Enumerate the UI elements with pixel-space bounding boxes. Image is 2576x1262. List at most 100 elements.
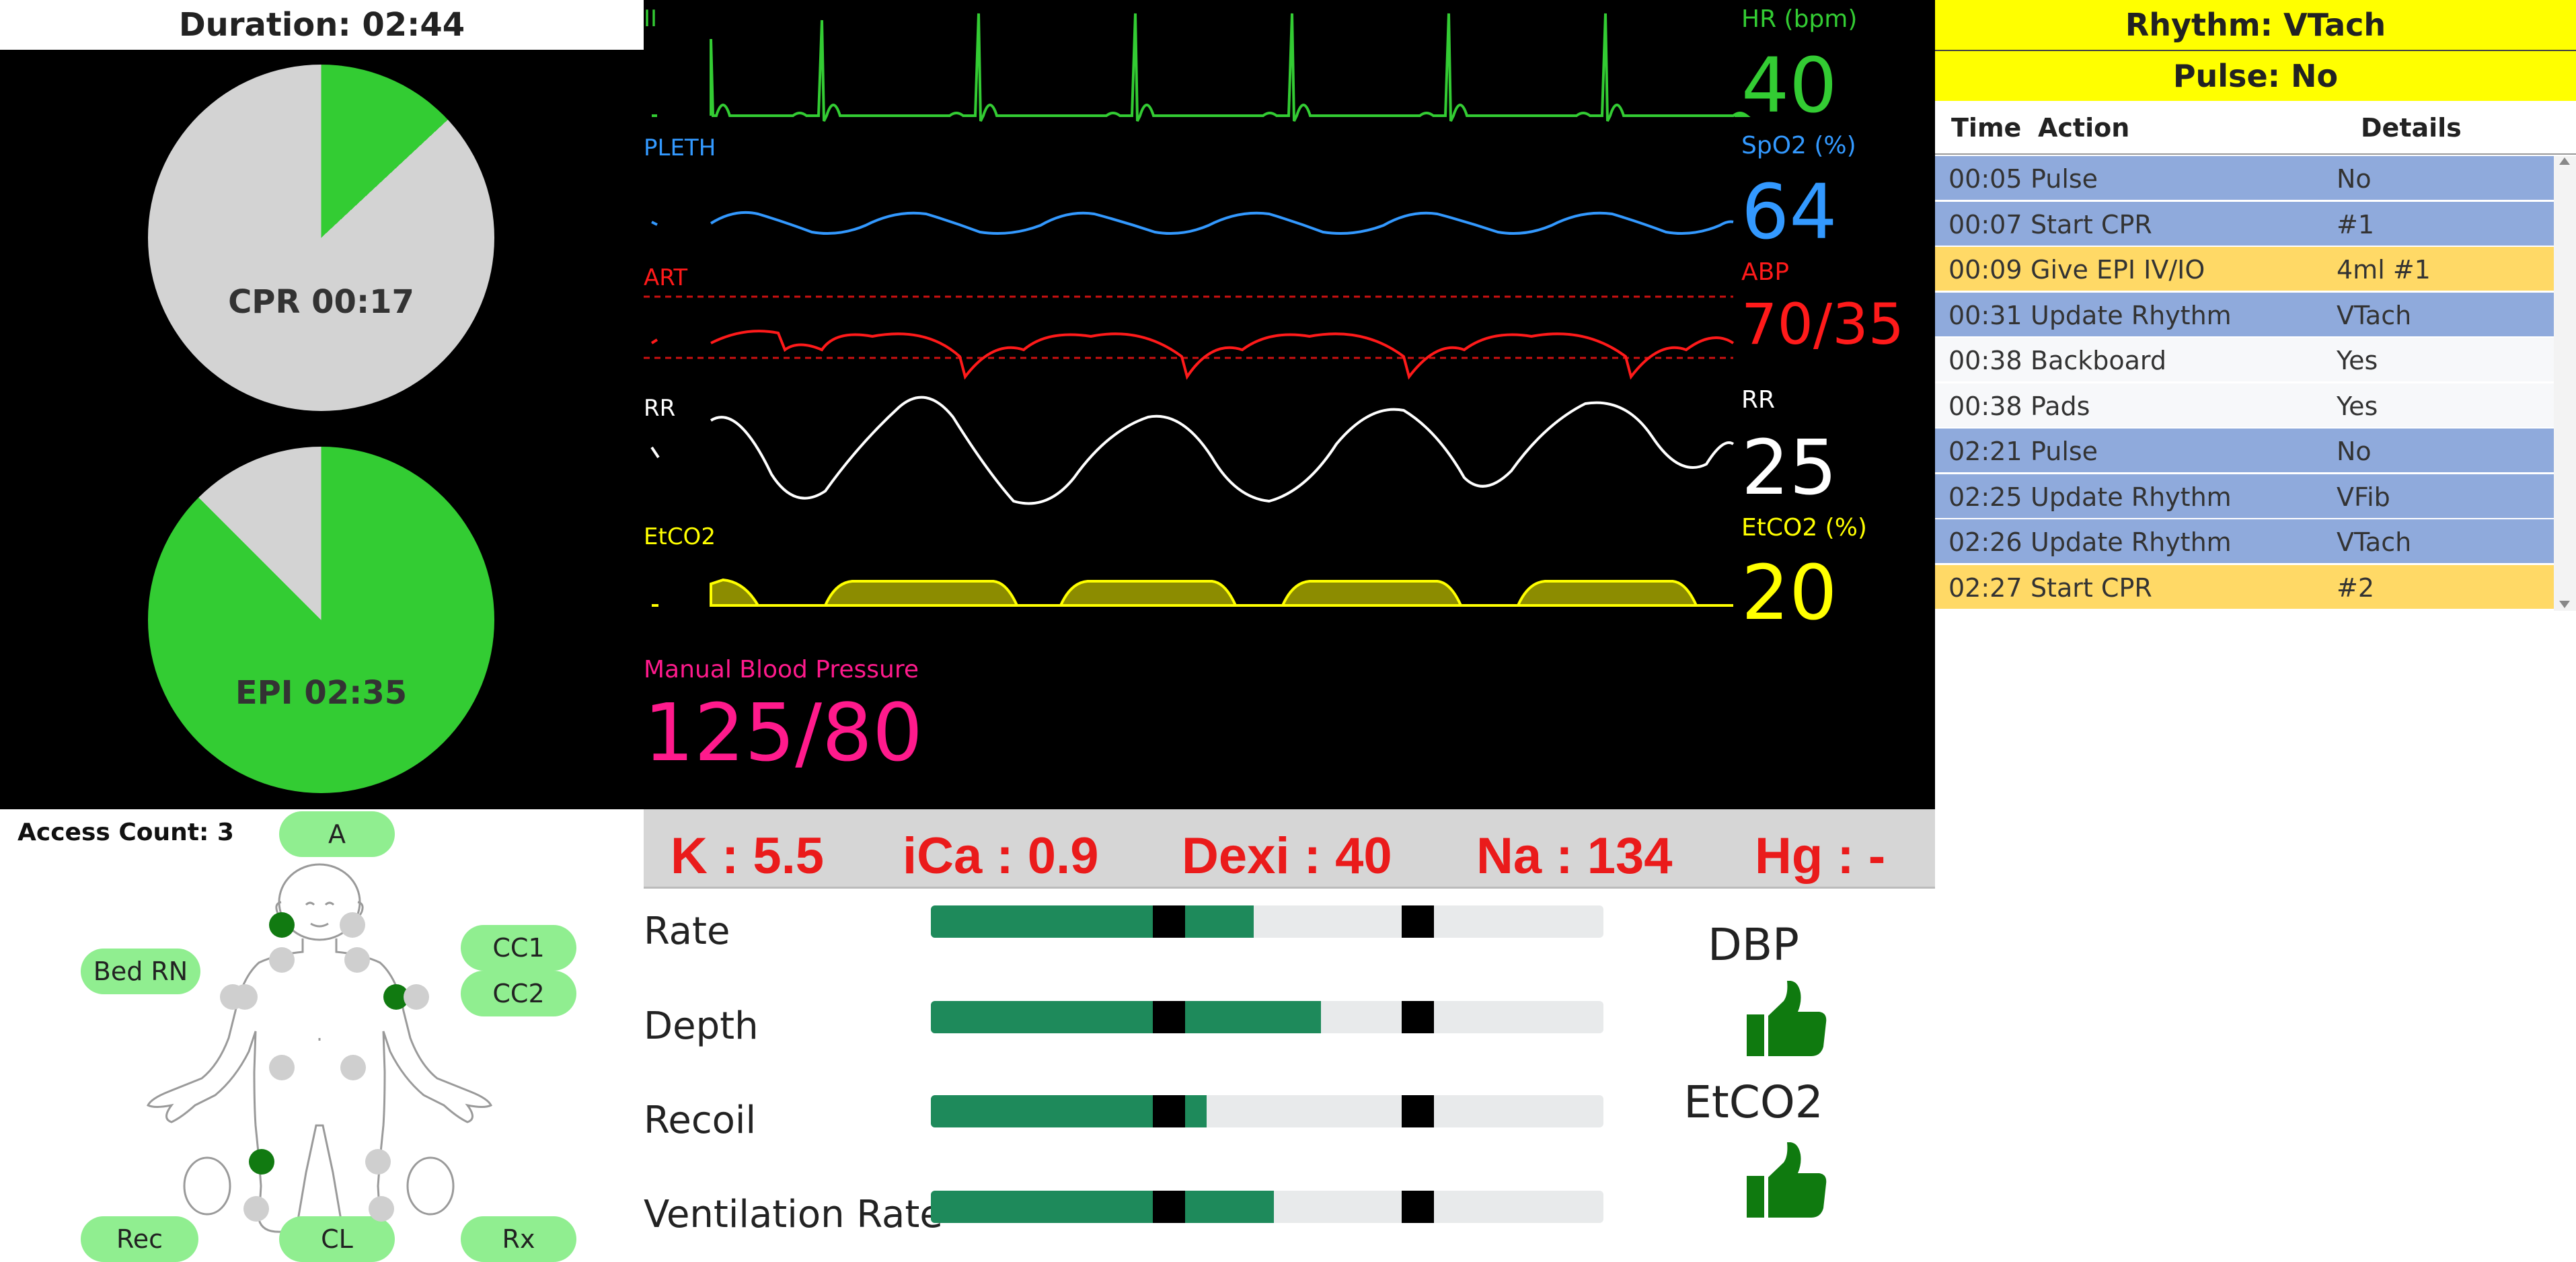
ventilation-target-low-marker	[1153, 1191, 1185, 1223]
access-site-subclavian-left[interactable]	[344, 947, 370, 973]
log-time: 02:26	[1948, 527, 2022, 557]
hr-label: HR (bpm)	[1741, 5, 1858, 33]
log-details: VTach	[2337, 527, 2412, 557]
access-site-ankle-right[interactable]	[243, 1196, 269, 1222]
log-details: #2	[2337, 572, 2375, 603]
time-column-header: Time	[1951, 113, 2022, 143]
log-time: 00:05	[1948, 164, 2022, 194]
log-row[interactable]: 00:38 Pads Yes	[1935, 383, 2554, 427]
access-site-femoral-right[interactable]	[269, 1055, 295, 1080]
log-row[interactable]: 02:26 Update Rhythm VTach	[1935, 519, 2554, 563]
pleth-waveform	[651, 211, 1734, 235]
rec-button[interactable]: Rec	[81, 1216, 198, 1262]
duration-timer: Duration: 02:44	[0, 0, 644, 50]
cpr-quality-panel: Rate Depth Recoil Ventilation Rate DBP E…	[644, 887, 1935, 1261]
log-row[interactable]: 00:05 Pulse No	[1935, 156, 2554, 200]
log-scrollbar[interactable]	[2554, 156, 2576, 611]
log-row[interactable]: 00:07 Start CPR #1	[1935, 201, 2554, 246]
log-time: 02:25	[1948, 482, 2022, 512]
rr-label: RR	[1741, 386, 1776, 414]
rate-label: Rate	[644, 910, 730, 953]
log-row[interactable]: 00:09 Give EPI IV/IO 4ml #1	[1935, 247, 2554, 291]
manual-bp-label: Manual Blood Pressure	[644, 656, 919, 683]
depth-label: Depth	[644, 1004, 759, 1048]
cc1-button[interactable]: CC1	[461, 925, 576, 971]
manual-bp-value[interactable]: 125/80	[644, 693, 923, 772]
lab-dextrose[interactable]: Dexi : 40	[1182, 827, 1392, 885]
access-site-femoral-left[interactable]	[340, 1055, 366, 1080]
dbp-goal-label: DBP	[1708, 919, 1799, 971]
event-log: 00:05 Pulse No 00:07 Start CPR #1 00:09 Give EP…	[1935, 156, 2554, 610]
log-time: 00:09	[1948, 255, 2022, 285]
cpr-timer-label: CPR 00:17	[228, 283, 414, 321]
depth-bar-fill	[931, 1001, 1321, 1033]
cc2-button[interactable]: CC2	[461, 971, 576, 1016]
lab-ionized-calcium[interactable]: iCa : 0.9	[903, 827, 1098, 885]
log-time: 02:27	[1948, 572, 2022, 603]
vascular-access-panel: Access Count: 3 A Bed RN CC1 CC2 Rec CL …	[0, 809, 644, 1262]
rr-waveform	[650, 396, 1735, 505]
scroll-up-arrow-icon[interactable]	[2559, 157, 2570, 165]
log-row[interactable]: 02:25 Update Rhythm VFib	[1935, 474, 2554, 518]
lab-hemoglobin[interactable]: Hg : -	[1755, 827, 1885, 885]
timer-panel: Duration: 02:44 CPR 00:17 EPI 02:35	[0, 0, 644, 809]
cpr-timer-pie[interactable]: CPR 00:17	[148, 65, 494, 411]
rx-button[interactable]: Rx	[461, 1216, 576, 1262]
details-column-header: Details	[2361, 113, 2462, 143]
access-site-arm-left-lower[interactable]	[404, 984, 429, 1010]
spo2-label: SpO2 (%)	[1741, 132, 1856, 159]
art-label: ART	[644, 264, 688, 291]
rhythm-status[interactable]: Rhythm: VTach	[1935, 0, 2576, 50]
hr-value: 40	[1741, 42, 1838, 130]
rr-value: 25	[1741, 424, 1838, 512]
pleth-label: PLETH	[644, 135, 716, 161]
lab-values-bar: K : 5.5 iCa : 0.9 Dexi : 40 Na : 134 Hg …	[644, 809, 1935, 887]
log-action: Pads	[2031, 391, 2090, 421]
airway-button[interactable]: A	[279, 811, 395, 857]
art-waveform	[650, 330, 1735, 380]
recoil-target-high-marker	[1402, 1095, 1434, 1127]
access-site-neck-right[interactable]	[269, 912, 295, 938]
recoil-bar	[931, 1095, 1603, 1127]
access-site-subclavian-right[interactable]	[269, 947, 295, 973]
patient-monitor: II PLETH ART RR EtCO2 HR (bpm) 40 SpO2 (…	[644, 0, 1935, 809]
ecg-waveform	[652, 13, 1751, 122]
lab-potassium[interactable]: K : 5.5	[671, 827, 824, 885]
pulse-status[interactable]: Pulse: No	[1935, 50, 2576, 101]
etco2-label: EtCO2 (%)	[1741, 514, 1867, 542]
epi-timer-pie[interactable]: EPI 02:35	[148, 447, 494, 793]
ventilation-rate-bar	[931, 1191, 1603, 1223]
rate-target-low-marker	[1153, 905, 1185, 938]
bed-rn-button[interactable]: Bed RN	[81, 949, 200, 994]
access-site-arm-right-lower[interactable]	[232, 984, 258, 1010]
log-action: Backboard	[2031, 346, 2166, 375]
abp-value: 70/35	[1741, 291, 1905, 357]
log-row[interactable]: 02:27 Start CPR #2	[1935, 564, 2554, 609]
access-site-io-right[interactable]	[249, 1149, 274, 1175]
access-site-ankle-left[interactable]	[369, 1196, 394, 1222]
abp-label: ABP	[1741, 258, 1790, 286]
log-row[interactable]: 02:21 Pulse No	[1935, 429, 2554, 472]
access-site-neck-left[interactable]	[340, 912, 365, 938]
log-details: No	[2337, 437, 2372, 466]
log-action: Start CPR	[2031, 572, 2152, 603]
ecg-lead-label: II	[644, 5, 658, 32]
log-action: Start CPR	[2031, 209, 2152, 239]
ventilation-target-high-marker	[1402, 1191, 1434, 1223]
log-row[interactable]: 00:38 Backboard Yes	[1935, 338, 2554, 381]
ventilation-rate-label: Ventilation Rate	[644, 1193, 943, 1236]
rate-target-high-marker	[1402, 905, 1434, 938]
divider	[644, 887, 1935, 889]
recoil-label: Recoil	[644, 1099, 757, 1142]
cl-button[interactable]: CL	[279, 1216, 395, 1262]
log-row[interactable]: 00:31 Update Rhythm VTach	[1935, 292, 2554, 336]
rate-bar-fill	[931, 905, 1254, 938]
log-details: #1	[2337, 209, 2375, 239]
body-outline-icon	[146, 863, 493, 1233]
lab-sodium[interactable]: Na : 134	[1476, 827, 1673, 885]
log-time: 00:38	[1948, 391, 2022, 421]
log-details: No	[2337, 164, 2372, 194]
rate-bar	[931, 905, 1603, 938]
scroll-down-arrow-icon[interactable]	[2559, 601, 2570, 608]
access-site-io-left[interactable]	[365, 1149, 391, 1175]
